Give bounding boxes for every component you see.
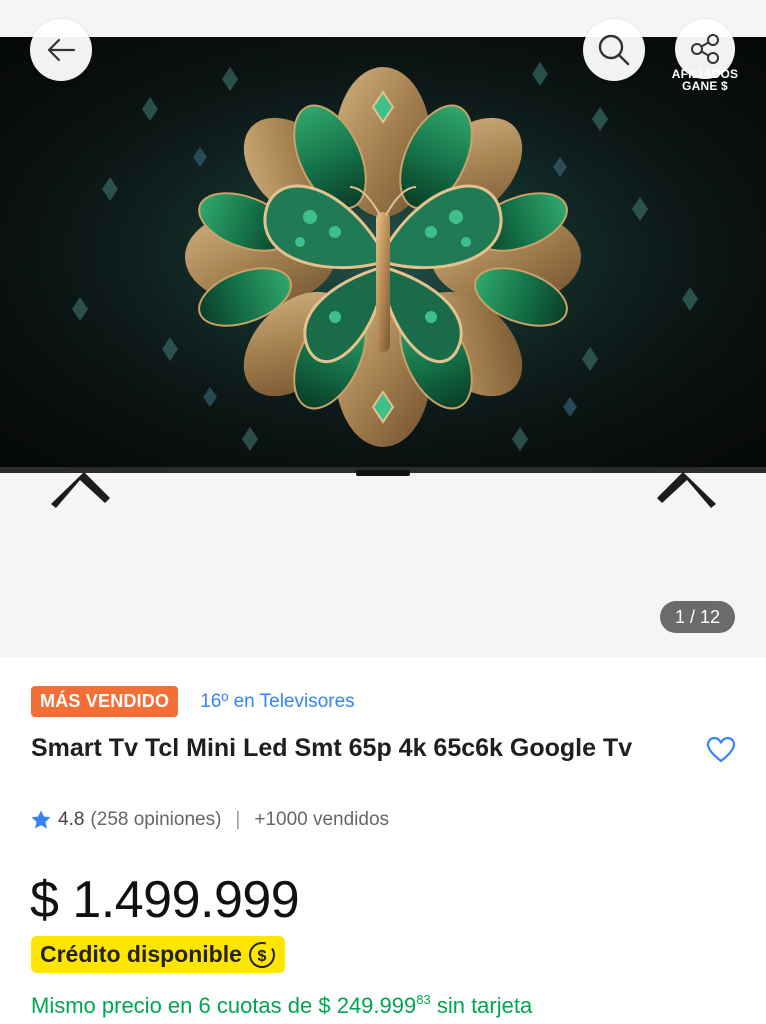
tv-stand-bar xyxy=(356,470,410,476)
category-ranking-link[interactable]: 16º en Televisores xyxy=(200,691,354,713)
credit-label: Crédito disponible xyxy=(40,941,242,967)
share-icon xyxy=(691,34,719,64)
price: $ 1.499.999 xyxy=(30,871,300,929)
search-icon xyxy=(598,34,630,66)
butterfly-artwork xyxy=(0,37,766,467)
rating-score: 4.8 xyxy=(58,809,85,830)
tv-leg-right xyxy=(657,472,716,508)
installments-cents: 83 xyxy=(416,992,431,1007)
back-button[interactable] xyxy=(30,19,92,81)
tv-screen-artwork xyxy=(0,37,766,467)
separator: | xyxy=(235,809,241,830)
svg-text:$: $ xyxy=(257,948,266,965)
badge-row: MÁS VENDIDO 16º en Televisores xyxy=(31,686,355,717)
product-info: MÁS VENDIDO 16º en Televisores Smart Tv … xyxy=(0,657,766,1024)
best-seller-badge: MÁS VENDIDO xyxy=(31,686,179,717)
product-title: Smart Tv Tcl Mini Led Smt 65p 4k 65c6k G… xyxy=(31,734,633,762)
installments-prefix: Mismo precio en 6 cuotas de $ 249.999 xyxy=(31,993,417,1018)
favorite-button[interactable] xyxy=(706,736,736,764)
star-icon xyxy=(31,810,51,829)
arrow-left-icon xyxy=(47,38,76,62)
credit-available-badge[interactable]: Crédito disponible $ xyxy=(31,936,285,973)
search-button[interactable] xyxy=(583,19,645,81)
review-count: (258 opiniones) xyxy=(90,809,222,830)
product-gallery[interactable]: AFILIADOS GANE $ 1 / 12 xyxy=(0,0,766,657)
affiliate-label[interactable]: AFILIADOS GANE $ xyxy=(660,68,750,92)
tv-leg-left xyxy=(51,472,110,508)
installments-suffix: sin tarjeta xyxy=(430,993,533,1018)
rating-row[interactable]: 4.8 (258 opiniones) | +1000 vendidos xyxy=(30,809,389,831)
installments-info: Mismo precio en 6 cuotas de $ 249.99983 … xyxy=(31,992,532,1019)
image-counter: 1 / 12 xyxy=(660,601,735,633)
product-image[interactable] xyxy=(0,37,766,473)
affiliate-label-line2: GANE $ xyxy=(682,79,728,93)
dollar-coin-icon: $ xyxy=(248,941,275,968)
sold-count: +1000 vendidos xyxy=(254,809,390,830)
heart-icon xyxy=(706,736,736,763)
